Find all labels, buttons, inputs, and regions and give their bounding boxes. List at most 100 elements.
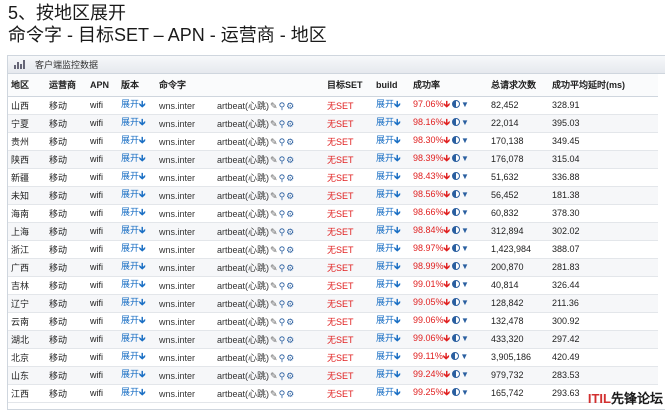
- expand-build-link[interactable]: 展开: [376, 297, 394, 307]
- search-icon[interactable]: ⚲: [279, 227, 286, 238]
- half-circle-icon[interactable]: [451, 352, 460, 360]
- expand-version-link[interactable]: 展开: [121, 315, 139, 325]
- gear-icon[interactable]: ⚙: [286, 137, 294, 148]
- expand-version-link[interactable]: 展开: [121, 333, 139, 343]
- half-circle-icon[interactable]: [452, 316, 460, 324]
- filter-icon[interactable]: ▼: [461, 316, 469, 325]
- expand-build-link[interactable]: 展开: [376, 207, 394, 217]
- column-header[interactable]: 成功平均延时(ms): [549, 74, 658, 97]
- search-icon[interactable]: ⚲: [279, 317, 286, 328]
- half-circle-icon[interactable]: [452, 190, 460, 198]
- search-icon[interactable]: ⚲: [279, 371, 286, 382]
- half-circle-icon[interactable]: [452, 136, 460, 144]
- search-icon[interactable]: ⚲: [279, 173, 286, 184]
- search-icon[interactable]: ⚲: [279, 137, 286, 148]
- filter-icon[interactable]: ▼: [461, 118, 469, 127]
- filter-icon[interactable]: ▼: [461, 244, 469, 253]
- expand-build-link[interactable]: 展开: [376, 261, 394, 271]
- gear-icon[interactable]: ⚙: [286, 209, 294, 220]
- gear-icon[interactable]: ⚙: [286, 335, 294, 346]
- expand-build-link[interactable]: 展开: [376, 243, 394, 253]
- pencil-icon[interactable]: ✎: [270, 353, 278, 364]
- half-circle-icon[interactable]: [452, 262, 460, 270]
- column-header[interactable]: 总请求次数: [488, 74, 549, 97]
- expand-version-link[interactable]: 展开: [121, 261, 139, 271]
- pencil-icon[interactable]: ✎: [270, 227, 278, 238]
- half-circle-icon[interactable]: [452, 100, 460, 108]
- half-circle-icon[interactable]: [452, 118, 460, 126]
- half-circle-icon[interactable]: [452, 208, 460, 216]
- half-circle-icon[interactable]: [452, 388, 460, 396]
- expand-build-link[interactable]: 展开: [376, 351, 394, 361]
- half-circle-icon[interactable]: [452, 244, 460, 252]
- search-icon[interactable]: ⚲: [279, 281, 286, 292]
- column-header[interactable]: APN: [87, 74, 118, 97]
- filter-icon[interactable]: ▼: [461, 370, 469, 379]
- expand-build-link[interactable]: 展开: [376, 225, 394, 235]
- column-header[interactable]: 目标SET: [324, 74, 373, 97]
- pencil-icon[interactable]: ✎: [270, 173, 278, 184]
- half-circle-icon[interactable]: [452, 172, 460, 180]
- expand-version-link[interactable]: 展开: [121, 225, 139, 235]
- gear-icon[interactable]: ⚙: [286, 227, 294, 238]
- column-header[interactable]: 命令字: [156, 74, 324, 97]
- gear-icon[interactable]: ⚙: [286, 299, 294, 310]
- filter-icon[interactable]: ▼: [461, 280, 469, 289]
- pencil-icon[interactable]: ✎: [270, 335, 278, 346]
- expand-build-link[interactable]: 展开: [376, 387, 394, 397]
- column-header[interactable]: 成功率: [410, 74, 488, 97]
- filter-icon[interactable]: ▼: [461, 190, 469, 199]
- search-icon[interactable]: ⚲: [279, 389, 286, 400]
- expand-build-link[interactable]: 展开: [376, 333, 394, 343]
- expand-version-link[interactable]: 展开: [121, 153, 139, 163]
- column-header[interactable]: 地区: [8, 74, 46, 97]
- pencil-icon[interactable]: ✎: [270, 101, 278, 112]
- expand-version-link[interactable]: 展开: [121, 369, 139, 379]
- expand-build-link[interactable]: 展开: [376, 135, 394, 145]
- pencil-icon[interactable]: ✎: [270, 317, 278, 328]
- column-header[interactable]: 版本: [118, 74, 156, 97]
- expand-version-link[interactable]: 展开: [121, 171, 139, 181]
- gear-icon[interactable]: ⚙: [286, 173, 294, 184]
- gear-icon[interactable]: ⚙: [286, 245, 294, 256]
- expand-build-link[interactable]: 展开: [376, 189, 394, 199]
- search-icon[interactable]: ⚲: [279, 119, 286, 130]
- pencil-icon[interactable]: ✎: [270, 209, 278, 220]
- expand-build-link[interactable]: 展开: [376, 153, 394, 163]
- expand-version-link[interactable]: 展开: [121, 243, 139, 253]
- pencil-icon[interactable]: ✎: [270, 191, 278, 202]
- search-icon[interactable]: ⚲: [279, 155, 286, 166]
- search-icon[interactable]: ⚲: [279, 335, 286, 346]
- half-circle-icon[interactable]: [452, 226, 460, 234]
- filter-icon[interactable]: ▼: [461, 226, 469, 235]
- search-icon[interactable]: ⚲: [279, 101, 286, 112]
- filter-icon[interactable]: ▼: [461, 388, 469, 397]
- expand-build-link[interactable]: 展开: [376, 369, 394, 379]
- search-icon[interactable]: ⚲: [279, 353, 286, 364]
- search-icon[interactable]: ⚲: [279, 245, 286, 256]
- filter-icon[interactable]: ▼: [461, 154, 469, 163]
- gear-icon[interactable]: ⚙: [286, 191, 294, 202]
- half-circle-icon[interactable]: [452, 298, 460, 306]
- filter-icon[interactable]: ▼: [461, 136, 469, 145]
- pencil-icon[interactable]: ✎: [270, 263, 278, 274]
- expand-version-link[interactable]: 展开: [121, 117, 139, 127]
- expand-version-link[interactable]: 展开: [121, 135, 139, 145]
- gear-icon[interactable]: ⚙: [286, 155, 294, 166]
- expand-build-link[interactable]: 展开: [376, 99, 394, 109]
- pencil-icon[interactable]: ✎: [270, 137, 278, 148]
- pencil-icon[interactable]: ✎: [270, 389, 278, 400]
- expand-version-link[interactable]: 展开: [121, 189, 139, 199]
- expand-build-link[interactable]: 展开: [376, 315, 394, 325]
- filter-icon[interactable]: ▼: [461, 208, 469, 217]
- gear-icon[interactable]: ⚙: [286, 389, 294, 400]
- gear-icon[interactable]: ⚙: [286, 119, 294, 130]
- expand-version-link[interactable]: 展开: [121, 207, 139, 217]
- filter-icon[interactable]: ▼: [461, 262, 469, 271]
- gear-icon[interactable]: ⚙: [286, 281, 294, 292]
- pencil-icon[interactable]: ✎: [270, 281, 278, 292]
- gear-icon[interactable]: ⚙: [286, 317, 294, 328]
- gear-icon[interactable]: ⚙: [286, 101, 294, 112]
- expand-build-link[interactable]: 展开: [376, 171, 394, 181]
- pencil-icon[interactable]: ✎: [270, 119, 278, 130]
